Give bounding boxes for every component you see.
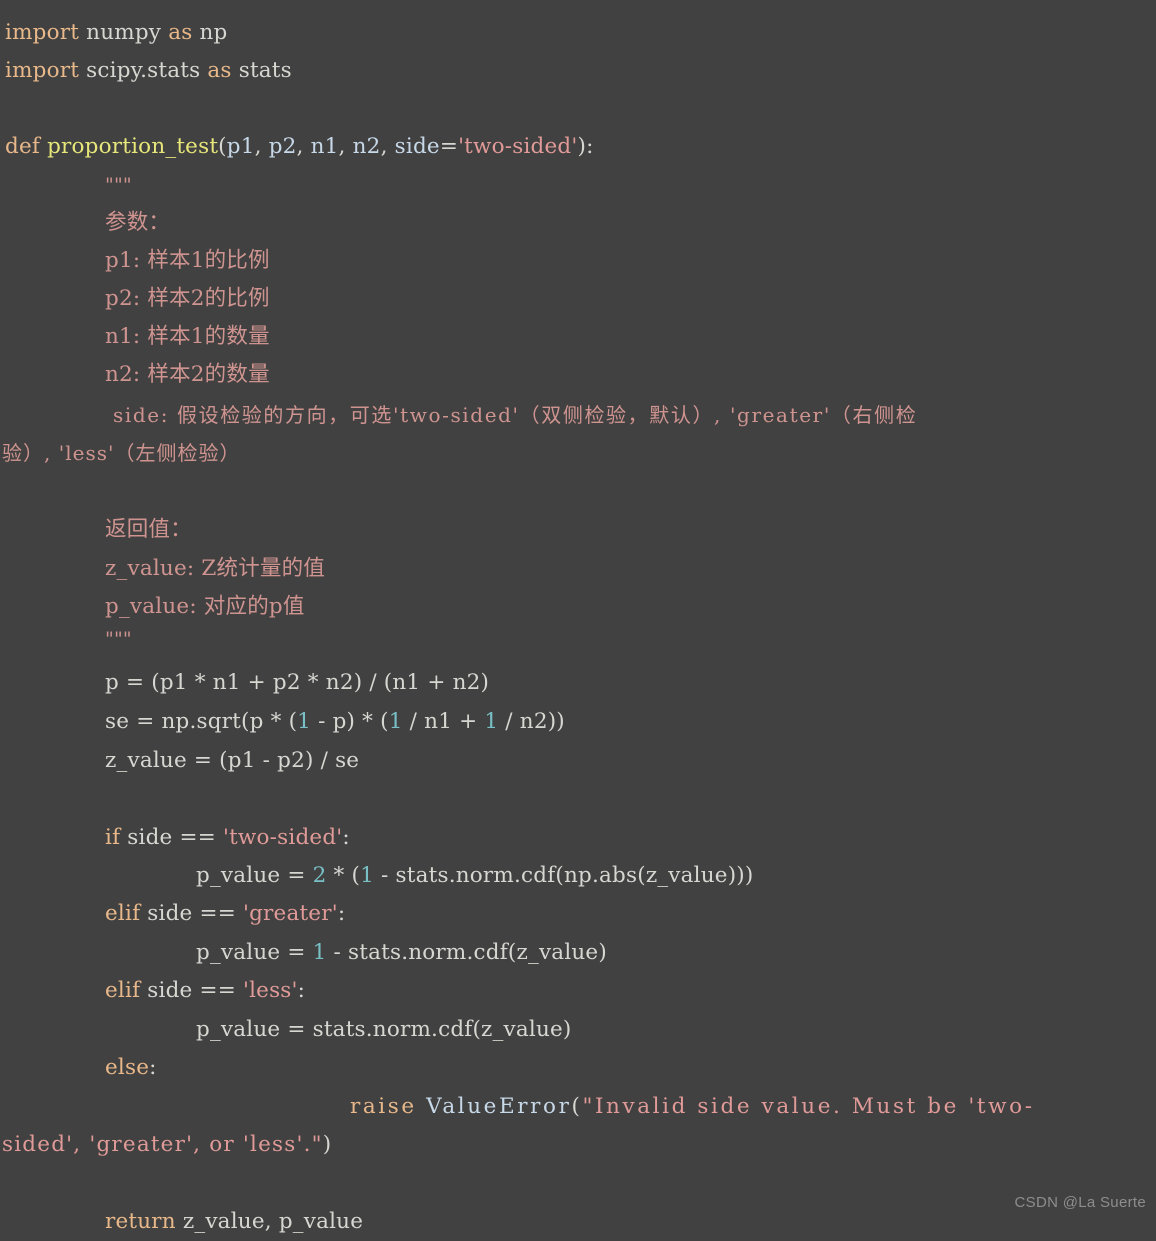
code-line: if side == 'two-sided': <box>105 825 350 850</box>
code-line-docstring: 返回值： <box>105 517 192 542</box>
token-keyword: elif <box>105 978 141 1003</box>
code-line-docstring: p1: 样本1的比例 <box>105 248 270 273</box>
token-keyword: raise <box>350 1094 417 1119</box>
code-line-docstring: p2: 样本2的比例 <box>105 286 270 311</box>
token-alias: stats <box>238 58 292 83</box>
code-line: else: <box>105 1055 157 1080</box>
code-line: def proportion_test(p1, p2, n1, n2, side… <box>5 134 594 159</box>
token-keyword: elif <box>105 901 141 926</box>
token-string: 'less' <box>242 978 298 1003</box>
token-number: 1 <box>360 863 374 888</box>
code-line: z_value = (p1 - p2) / se <box>105 748 360 773</box>
code-line: import scipy.stats as stats <box>0 52 1156 90</box>
token-number: 1 <box>484 709 499 734</box>
code-line: elif side == 'greater': <box>105 901 346 926</box>
token-param: n1 <box>310 134 339 159</box>
token-param: p1 <box>226 134 255 159</box>
token-param: p2 <box>268 134 297 159</box>
watermark: CSDN @La Suerte <box>1014 1194 1146 1211</box>
token-keyword: as <box>207 58 232 83</box>
code-line: p_value = 2 * (1 - stats.norm.cdf(np.abs… <box>196 863 754 888</box>
code-line: p = (p1 * n1 + p2 * n2) / (n1 + n2) <box>105 670 490 695</box>
token-string: 'greater' <box>242 901 338 926</box>
code-line-wrapped: raise ValueError("Invalid side value. Mu… <box>350 1094 1035 1119</box>
code-line: return z_value, p_value <box>105 1209 364 1234</box>
token-string: 'two-sided' <box>222 825 343 850</box>
code-line: import numpy as np <box>0 14 1156 52</box>
token-module: scipy.stats <box>86 58 201 83</box>
code-line-docstring-close: """ <box>105 628 132 650</box>
token-param: n2 <box>352 134 381 159</box>
code-line-docstring: 参数： <box>105 210 171 235</box>
code-line-docstring: n2: 样本2的数量 <box>105 362 270 387</box>
code-line-docstring: n1: 样本1的数量 <box>105 324 270 349</box>
token-string: "Invalid side value. Must be 'two- <box>582 1094 1035 1119</box>
token-keyword: as <box>168 20 193 45</box>
code-line: elif side == 'less': <box>105 978 306 1003</box>
token-keyword: if <box>105 825 121 850</box>
code-line: p_value = 1 - stats.norm.cdf(z_value) <box>196 940 607 965</box>
token-keyword: import <box>5 58 80 83</box>
code-line: p_value = stats.norm.cdf(z_value) <box>196 1017 572 1042</box>
token-number: 1 <box>388 709 403 734</box>
token-module: numpy <box>86 20 162 45</box>
token-number: 1 <box>297 709 312 734</box>
code-line-docstring-wrapped: side: 假设检验的方向，可选'two-sided'（双侧检验，默认）, 'g… <box>113 403 918 427</box>
code-viewer: import numpy as np import scipy.stats as… <box>0 0 1156 1234</box>
code-line-docstring-wrapped-cont: 验）, 'less'（左侧检验） <box>2 441 241 465</box>
token-string: 'two-sided' <box>458 134 578 159</box>
token-number: 1 <box>312 940 327 965</box>
token-number: 2 <box>312 863 327 888</box>
token-keyword: def <box>5 134 41 159</box>
token-class: ValueError <box>426 1094 572 1119</box>
token-keyword: import <box>5 20 80 45</box>
token-function-name: proportion_test <box>47 134 219 159</box>
code-line-docstring: z_value: Z统计量的值 <box>105 556 326 581</box>
token-keyword: else <box>105 1055 150 1080</box>
token-keyword: return <box>105 1209 176 1234</box>
token-string: sided', 'greater', or 'less'." <box>2 1132 323 1157</box>
code-line-docstring-open: """ <box>105 174 132 196</box>
code-line: se = np.sqrt(p * (1 - p) * (1 / n1 + 1 /… <box>105 709 565 734</box>
token-alias: np <box>199 20 228 45</box>
code-line-wrapped-cont: sided', 'greater', or 'less'.") <box>2 1132 333 1157</box>
token-param: side <box>394 134 440 159</box>
